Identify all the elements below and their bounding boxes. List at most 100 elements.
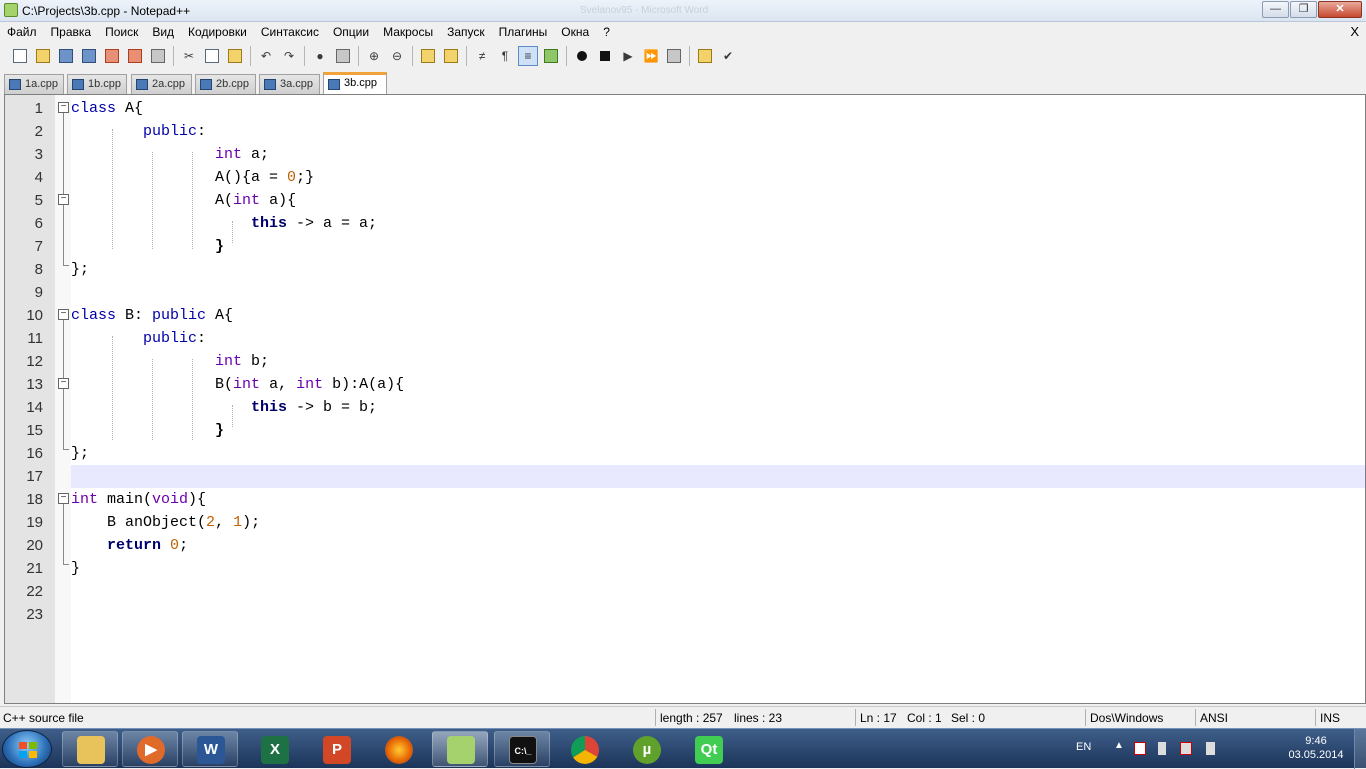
show-all-characters-icon[interactable]: ¶	[495, 46, 515, 66]
taskbar-command-prompt[interactable]: C:\_	[494, 731, 550, 767]
line-number: 16	[26, 445, 43, 462]
zoom-out-icon[interactable]: ⊖	[387, 46, 407, 66]
network-icon[interactable]	[1180, 742, 1192, 755]
line-text: int main(void){	[71, 488, 1365, 511]
plugin-icon[interactable]	[695, 46, 715, 66]
type-keyword: int	[71, 491, 99, 508]
tab-1b-cpp[interactable]: 1b.cpp	[67, 74, 127, 94]
run-macro-multiple-icon[interactable]: ⏩	[641, 46, 661, 66]
code-editor[interactable]: 1 − class A{ 2 public: 3 int a; 4 A(){a …	[4, 94, 1366, 704]
taskbar-firefox[interactable]	[370, 731, 426, 767]
keyword: class	[71, 100, 117, 117]
notepadpp-app-icon[interactable]	[4, 3, 18, 17]
find-icon[interactable]: ●	[310, 46, 330, 66]
tab-label: 1b.cpp	[88, 78, 122, 90]
taskbar-powerpoint[interactable]: P	[308, 731, 364, 767]
sync-vertical-icon[interactable]	[418, 46, 438, 66]
save-icon[interactable]	[56, 46, 76, 66]
close-window-button[interactable]: ✕	[1318, 1, 1362, 18]
start-button[interactable]	[2, 730, 52, 768]
fold-toggle-icon[interactable]: −	[58, 102, 69, 113]
save-macro-icon[interactable]	[664, 46, 684, 66]
taskbar-explorer[interactable]	[62, 731, 118, 767]
close-file-icon[interactable]	[102, 46, 122, 66]
fold-toggle-icon[interactable]: −	[58, 378, 69, 389]
line-text	[71, 465, 1365, 488]
spellcheck-icon[interactable]: ✔	[718, 46, 738, 66]
record-macro-icon[interactable]	[572, 46, 592, 66]
maximize-button[interactable]: ❐	[1290, 1, 1317, 18]
line-number: 21	[26, 560, 43, 577]
zoom-in-icon[interactable]: ⊕	[364, 46, 384, 66]
taskbar-notepadpp[interactable]	[432, 731, 488, 767]
lines-status: lines : 23	[734, 711, 783, 725]
sync-horizontal-icon[interactable]	[441, 46, 461, 66]
menu-plugins[interactable]: Плагины	[492, 22, 555, 42]
taskbar-qt-creator[interactable]: Qt	[680, 731, 736, 767]
menu-syntax[interactable]: Синтаксис	[254, 22, 326, 42]
file-type-status: C++ source file	[3, 711, 84, 725]
new-file-icon[interactable]	[10, 46, 30, 66]
menu-help[interactable]: ?	[596, 22, 617, 42]
user-language-icon[interactable]	[541, 46, 561, 66]
copy-icon[interactable]	[202, 46, 222, 66]
indent-guide-icon[interactable]: ≡	[518, 46, 538, 66]
menu-file[interactable]: Файл	[0, 22, 44, 42]
minimize-button[interactable]: —	[1262, 1, 1289, 18]
fold-toggle-icon[interactable]: −	[58, 493, 69, 504]
line-text: B(int a, int b):A(a){	[71, 373, 1365, 396]
volume-icon[interactable]	[1206, 742, 1215, 755]
toolbar-separator	[689, 46, 690, 66]
stop-macro-icon[interactable]	[595, 46, 615, 66]
taskbar-word[interactable]: W	[182, 731, 238, 767]
line-text: A(){a = 0;}	[71, 166, 1365, 189]
print-icon[interactable]	[148, 46, 168, 66]
code-text: ;	[179, 537, 189, 554]
code-line: 2 public:	[5, 120, 1365, 143]
tab-3a-cpp[interactable]: 3a.cpp	[259, 74, 320, 94]
line-text: public:	[71, 120, 1365, 143]
play-macro-icon[interactable]: ▶	[618, 46, 638, 66]
close-all-icon[interactable]	[125, 46, 145, 66]
cut-icon[interactable]: ✂	[179, 46, 199, 66]
tab-2a-cpp[interactable]: 2a.cpp	[131, 74, 192, 94]
taskbar-chrome[interactable]	[556, 731, 612, 767]
action-center-flag-icon[interactable]	[1134, 742, 1146, 755]
menu-search[interactable]: Поиск	[98, 22, 145, 42]
undo-icon[interactable]: ↶	[256, 46, 276, 66]
title-bar: C:\Projects\3b.cpp - Notepad++ Svelanov9…	[0, 0, 1366, 22]
taskbar-utorrent[interactable]: µ	[618, 731, 674, 767]
paste-icon[interactable]	[225, 46, 245, 66]
show-desktop-button[interactable]	[1354, 729, 1366, 769]
menu-encoding[interactable]: Кодировки	[181, 22, 254, 42]
code-text: A(	[215, 192, 234, 209]
menu-view[interactable]: Вид	[145, 22, 181, 42]
qt-creator-icon: Qt	[695, 736, 723, 764]
save-state-icon	[9, 79, 21, 90]
close-document-button[interactable]: X	[1350, 24, 1359, 39]
menu-run[interactable]: Запуск	[440, 22, 492, 42]
show-hidden-icons-icon[interactable]: ▲	[1114, 740, 1124, 751]
tab-2b-cpp[interactable]: 2b.cpp	[195, 74, 256, 94]
fold-toggle-icon[interactable]: −	[58, 194, 69, 205]
tab-label: 1a.cpp	[25, 78, 59, 90]
menu-window[interactable]: Окна	[554, 22, 596, 42]
redo-icon[interactable]: ↷	[279, 46, 299, 66]
language-indicator[interactable]: EN	[1076, 741, 1091, 753]
menu-macros[interactable]: Макросы	[376, 22, 440, 42]
taskbar-media-player[interactable]: ▶	[122, 731, 178, 767]
line-text: return 0;	[71, 534, 1365, 557]
battery-icon[interactable]	[1158, 742, 1166, 755]
save-state-icon	[264, 79, 276, 90]
open-file-icon[interactable]	[33, 46, 53, 66]
save-all-icon[interactable]	[79, 46, 99, 66]
menu-edit[interactable]: Правка	[44, 22, 99, 42]
word-wrap-icon[interactable]: ≠	[472, 46, 492, 66]
tab-3b-cpp[interactable]: 3b.cpp	[323, 72, 387, 94]
tab-1a-cpp[interactable]: 1a.cpp	[4, 74, 64, 94]
taskbar-excel[interactable]: X	[246, 731, 302, 767]
replace-icon[interactable]	[333, 46, 353, 66]
fold-toggle-icon[interactable]: −	[58, 309, 69, 320]
menu-options[interactable]: Опции	[326, 22, 376, 42]
clock[interactable]: 9:46 03.05.2014	[1286, 734, 1346, 762]
